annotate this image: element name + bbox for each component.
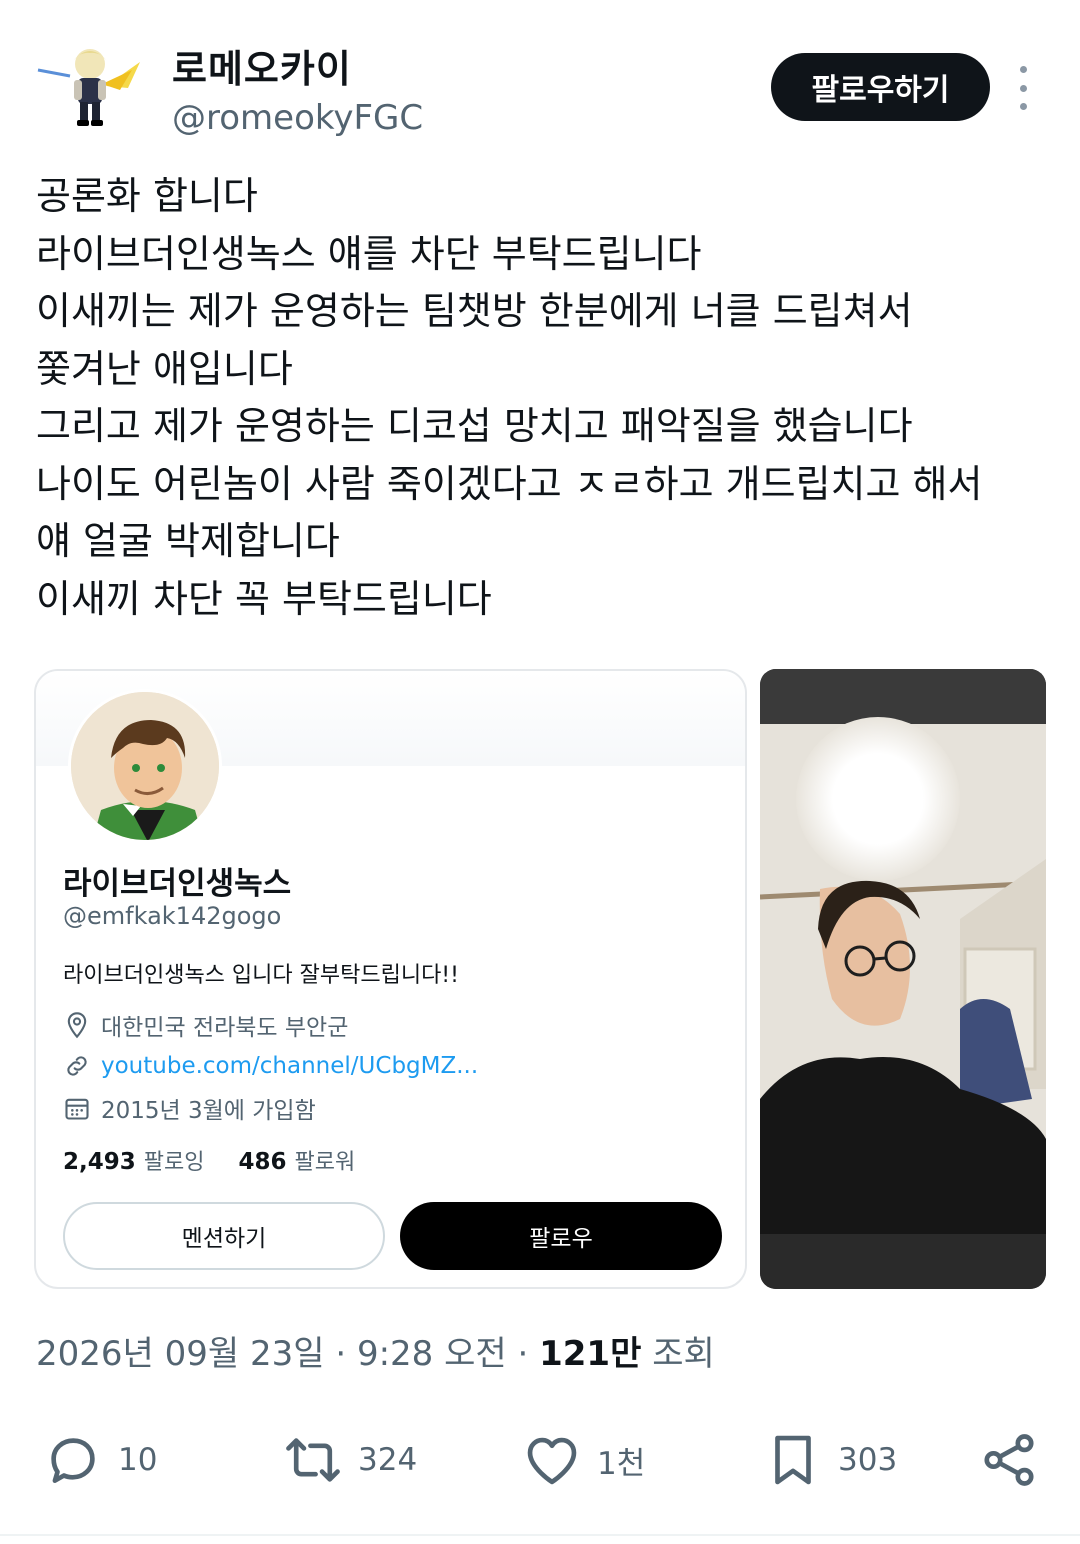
tweet-line: 공론화 합니다 <box>36 174 258 218</box>
tweet-line: 이새끼 차단 꼭 부탁드립니다 <box>36 576 492 621</box>
profile-stats: 2,493 팔로잉 486 팔로워 <box>63 1144 355 1176</box>
more-dot <box>1019 103 1027 110</box>
profile-name: 라이브더인생녹스 <box>63 866 292 902</box>
profile-handle: @emfkak142gogo <box>63 902 282 930</box>
meta-separator: · <box>324 1334 357 1374</box>
tweet-line: 그리고 제가 운영하는 디코섭 망치고 패악질을 했습니다 <box>36 404 913 448</box>
tweet-text: 공론화 합니다 라이브더인생녹스 얘를 차단 부탁드립니다 이새끼는 제가 운영… <box>36 168 1046 628</box>
tweet-date[interactable]: 2026년 09월 23일 <box>36 1334 325 1374</box>
tweet-line: 얘 얼굴 박제합니다 <box>36 519 340 563</box>
reply-button[interactable]: 10 <box>42 1418 157 1502</box>
views-count: 121만 <box>539 1334 642 1374</box>
more-dot <box>1019 84 1027 92</box>
reply-count: 10 <box>118 1442 158 1478</box>
mention-button: 멘션하기 <box>63 1202 385 1270</box>
link-icon <box>67 1056 87 1076</box>
profile-bio: 라이브더인생녹스 입니다 잘부탁드립니다!! <box>63 963 459 988</box>
tweet-line: 이새끼는 제가 운영하는 팀챗방 한분에게 너클 드립쳐서 <box>36 289 913 333</box>
location-pin-icon <box>67 1012 87 1039</box>
link-text: youtube.com/channel/UCbgMZ... <box>101 1053 479 1079</box>
profile-location: 대한민국 전라북도 부안군 <box>63 1009 348 1041</box>
attached-photo[interactable] <box>760 669 1046 1289</box>
retweet-count: 324 <box>358 1442 418 1478</box>
card-follow-button: 팔로우 <box>400 1202 722 1270</box>
bookmark-count: 303 <box>838 1442 898 1478</box>
profile-card-image[interactable]: 라이브더인생녹스 @emfkak142gogo 라이브더인생녹스 입니다 잘부탁… <box>34 669 747 1289</box>
tweet-time[interactable]: 9:28 오전 <box>357 1334 507 1374</box>
profile-link: youtube.com/channel/UCbgMZ... <box>63 1050 478 1082</box>
bookmark-button[interactable]: 303 <box>762 1418 897 1502</box>
more-dot <box>1019 66 1027 73</box>
share-icon <box>984 1434 1034 1486</box>
profile-joined: 2015년 3월에 가입함 <box>63 1092 316 1124</box>
follow-button[interactable]: 팔로우하기 <box>771 53 990 121</box>
following-label: 팔로잉 <box>143 1150 205 1175</box>
profile-avatar <box>68 689 222 843</box>
tweet-line: 쫓겨난 애입니다 <box>36 346 293 391</box>
followers-count: 486 <box>238 1149 287 1175</box>
tweet-header: 로메오카이 @romeokyFGC 팔로우하기 <box>0 0 1080 150</box>
followers-label: 팔로워 <box>294 1150 356 1175</box>
author-avatar[interactable] <box>34 40 144 130</box>
views-label: 조회 <box>652 1334 715 1374</box>
action-bar: 10 324 1천 303 <box>0 1418 1080 1502</box>
divider <box>0 1534 1080 1536</box>
bookmark-icon <box>775 1435 811 1485</box>
more-vertical-icon[interactable] <box>1006 66 1040 110</box>
share-button[interactable] <box>978 1418 1040 1502</box>
meta-separator: · <box>506 1334 540 1374</box>
like-count: 1천 <box>597 1445 646 1482</box>
tweet-line: 나이도 어린놈이 사람 죽이겠다고 ㅈㄹ하고 개드립치고 해서 <box>36 461 983 506</box>
heart-icon <box>527 1437 577 1485</box>
following-stat: 2,493 팔로잉 <box>63 1144 205 1176</box>
calendar-icon <box>65 1098 89 1120</box>
joined-text: 2015년 3월에 가입함 <box>101 1098 316 1124</box>
author-display-name[interactable]: 로메오카이 <box>172 38 352 93</box>
tweet-meta: 2026년 09월 23일 · 9:28 오전 · 121만 조회 <box>36 1326 715 1375</box>
following-count: 2,493 <box>63 1149 136 1175</box>
location-text: 대한민국 전라북도 부안군 <box>101 1015 349 1041</box>
reply-icon <box>51 1438 95 1483</box>
retweet-icon <box>286 1438 340 1482</box>
author-handle[interactable]: @romeokyFGC <box>172 98 423 138</box>
followers-stat: 486 팔로워 <box>239 1144 356 1176</box>
like-button[interactable]: 1천 <box>521 1418 645 1502</box>
tweet-line: 라이브더인생녹스 얘를 차단 부탁드립니다 <box>36 231 702 276</box>
retweet-button[interactable]: 324 <box>282 1418 417 1502</box>
